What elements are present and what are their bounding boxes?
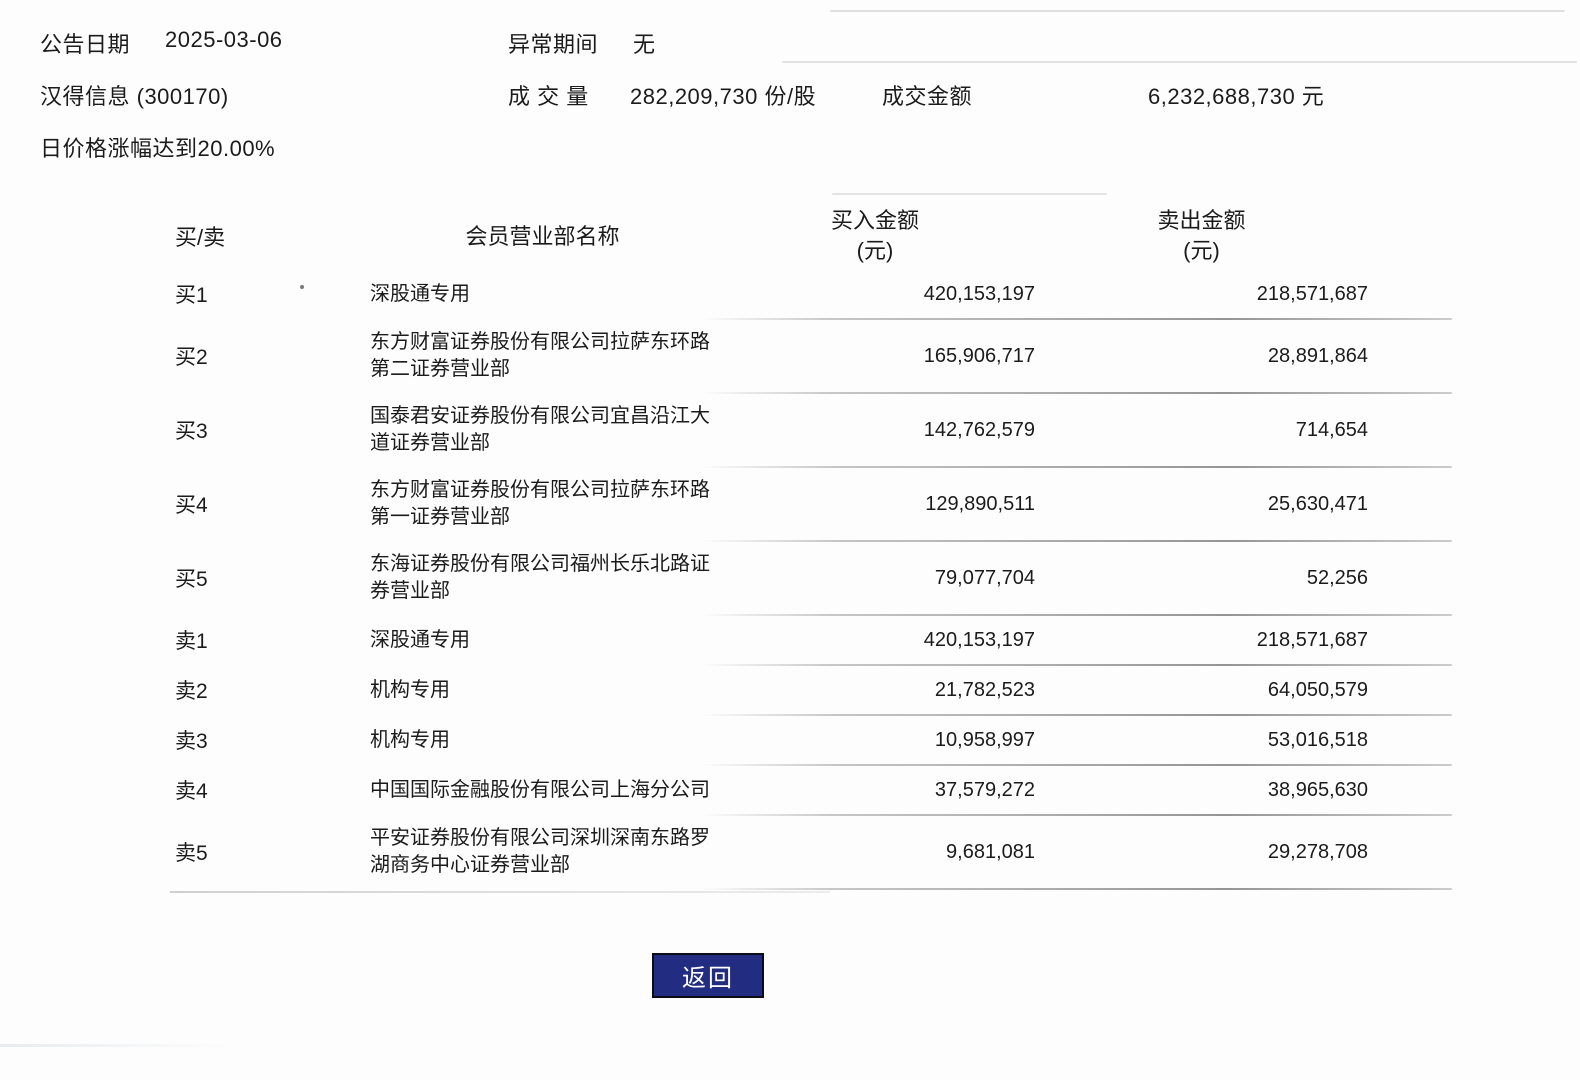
header-buy-title: 买入金额 (715, 206, 1035, 236)
row-branch-name: 东方财富证券股份有限公司拉萨东环路第一证券营业部 (370, 477, 715, 531)
row-branch-name: 东方财富证券股份有限公司拉萨东环路第二证券营业部 (370, 329, 715, 383)
table-row: 买5 东海证券股份有限公司福州长乐北路证券营业部 79,077,704 52,2… (90, 541, 1460, 615)
broker-table: 买/卖 会员营业部名称 买入金额 (元) 卖出金额 (元) 买1 深股通专用 4… (90, 203, 1460, 889)
scan-artifact-smudge (0, 1044, 235, 1047)
announce-date-label: 公告日期 (40, 27, 130, 59)
header-sell-title: 卖出金额 (1035, 206, 1368, 236)
row-side-label: 买5 (90, 563, 370, 593)
row-side-label: 买2 (90, 341, 370, 371)
table-row: 卖1 深股通专用 420,153,197 218,571,687 (90, 615, 1460, 665)
turnover-value: 6,232,688,730 元 (1148, 79, 1324, 111)
row-buy-amount: 9,681,081 (715, 841, 1035, 864)
header-sell-unit: (元) (1035, 236, 1368, 266)
row-sell-amount: 218,571,687 (1035, 629, 1368, 652)
row-branch-name: 深股通专用 (370, 627, 715, 654)
row-side-label: 卖2 (90, 675, 370, 705)
row-sell-amount: 64,050,579 (1035, 679, 1368, 702)
row-branch-name: 机构专用 (370, 727, 715, 754)
row-side-label: 卖5 (90, 837, 370, 867)
table-body: 买1 深股通专用 420,153,197 218,571,687 买2 东方财富… (90, 269, 1460, 889)
table-row: 买2 东方财富证券股份有限公司拉萨东环路第二证券营业部 165,906,717 … (90, 319, 1460, 393)
scan-artifact-line (832, 193, 1107, 195)
row-buy-amount: 420,153,197 (715, 629, 1035, 652)
disclosure-reason: 日价格涨幅达到20.00% (40, 131, 275, 163)
row-side-label: 买1 (90, 279, 370, 309)
row-branch-name: 国泰君安证券股份有限公司宜昌沿江大道证券营业部 (370, 403, 715, 457)
row-branch-name: 平安证券股份有限公司深圳深南东路罗湖商务中心证券营业部 (370, 825, 715, 879)
header-sell: 卖出金额 (元) (1035, 206, 1368, 266)
scan-artifact-line (830, 10, 1565, 12)
abnormal-period-label: 异常期间 (508, 27, 598, 59)
row-sell-amount: 29,278,708 (1035, 841, 1368, 864)
row-side-label: 买3 (90, 415, 370, 445)
table-row: 卖5 平安证券股份有限公司深圳深南东路罗湖商务中心证券营业部 9,681,081… (90, 815, 1460, 889)
stock-name: 汉得信息 (300170) (40, 79, 229, 111)
row-side-label: 买4 (90, 489, 370, 519)
row-sell-amount: 28,891,864 (1035, 345, 1368, 368)
row-buy-amount: 142,762,579 (715, 419, 1035, 442)
row-buy-amount: 10,958,997 (715, 729, 1035, 752)
table-row: 卖2 机构专用 21,782,523 64,050,579 (90, 665, 1460, 715)
table-header-row: 买/卖 会员营业部名称 买入金额 (元) 卖出金额 (元) (90, 203, 1460, 269)
row-branch-name: 深股通专用 (370, 281, 715, 308)
row-branch-name: 东海证券股份有限公司福州长乐北路证券营业部 (370, 551, 715, 605)
row-sell-amount: 714,654 (1035, 419, 1368, 442)
row-sell-amount: 53,016,518 (1035, 729, 1368, 752)
row-buy-amount: 21,782,523 (715, 679, 1035, 702)
announce-date-value: 2025-03-06 (165, 27, 283, 53)
row-sell-amount: 25,630,471 (1035, 493, 1368, 516)
row-buy-amount: 165,906,717 (715, 345, 1035, 368)
row-branch-name: 中国国际金融股份有限公司上海分公司 (370, 777, 715, 804)
table-row: 卖4 中国国际金融股份有限公司上海分公司 37,579,272 38,965,6… (90, 765, 1460, 815)
turnover-label: 成交金额 (882, 79, 972, 111)
header-buy-unit: (元) (715, 236, 1035, 266)
header-side: 买/卖 (90, 220, 370, 252)
row-buy-amount: 129,890,511 (715, 493, 1035, 516)
row-sell-amount: 218,571,687 (1035, 283, 1368, 306)
volume-label: 成 交 量 (508, 79, 589, 111)
row-side-label: 卖4 (90, 775, 370, 805)
row-sell-amount: 52,256 (1035, 567, 1368, 590)
row-side-label: 卖1 (90, 625, 370, 655)
table-row: 买3 国泰君安证券股份有限公司宜昌沿江大道证券营业部 142,762,579 7… (90, 393, 1460, 467)
row-buy-amount: 79,077,704 (715, 567, 1035, 590)
row-branch-name: 机构专用 (370, 677, 715, 704)
table-row: 卖3 机构专用 10,958,997 53,016,518 (90, 715, 1460, 765)
header-buy: 买入金额 (元) (715, 206, 1035, 266)
row-side-label: 卖3 (90, 725, 370, 755)
header-branch: 会员营业部名称 (370, 223, 715, 250)
abnormal-period-value: 无 (633, 27, 656, 59)
row-buy-amount: 37,579,272 (715, 779, 1035, 802)
table-row: 买4 东方财富证券股份有限公司拉萨东环路第一证券营业部 129,890,511 … (90, 467, 1460, 541)
row-sell-amount: 38,965,630 (1035, 779, 1368, 802)
back-button[interactable]: 返回 (652, 953, 764, 998)
row-buy-amount: 420,153,197 (715, 283, 1035, 306)
volume-value: 282,209,730 份/股 (630, 79, 816, 111)
scan-artifact-line (782, 61, 1577, 63)
table-row: 买1 深股通专用 420,153,197 218,571,687 (90, 269, 1460, 319)
